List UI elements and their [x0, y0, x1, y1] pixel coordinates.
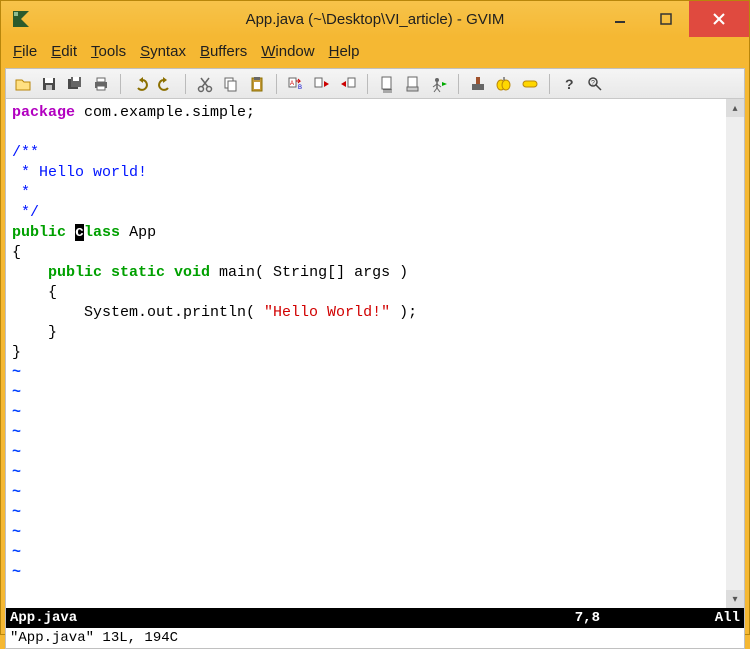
command-line[interactable]: "App.java" 13L, 194C — [6, 628, 744, 648]
cursor: c — [75, 224, 84, 241]
svg-text:B: B — [298, 85, 302, 91]
new-session-icon[interactable] — [376, 73, 398, 95]
code-comment: */ — [12, 204, 39, 221]
empty-line-marker: ~ — [12, 444, 21, 461]
tag-jump-icon[interactable] — [519, 73, 541, 95]
cut-icon[interactable] — [194, 73, 216, 95]
gvim-icon — [11, 9, 31, 29]
close-button[interactable] — [689, 1, 749, 37]
menu-tools[interactable]: Tools — [91, 43, 126, 60]
empty-line-marker: ~ — [12, 564, 21, 581]
empty-line-marker: ~ — [12, 504, 21, 521]
menu-edit[interactable]: Edit — [51, 43, 77, 60]
empty-line-marker: ~ — [12, 524, 21, 541]
code-text: App — [120, 224, 156, 241]
find-prev-icon[interactable] — [337, 73, 359, 95]
editor-area: package com.example.simple; /** * Hello … — [6, 99, 744, 608]
code-text: { — [12, 244, 21, 261]
code-comment: /** — [12, 144, 39, 161]
text-editor[interactable]: package com.example.simple; /** * Hello … — [6, 99, 726, 608]
help-icon[interactable]: ? — [558, 73, 580, 95]
status-bar: App.java 7,8 All — [6, 608, 744, 628]
find-replace-icon[interactable]: AB — [285, 73, 307, 95]
undo-icon[interactable] — [129, 73, 151, 95]
copy-icon[interactable] — [220, 73, 242, 95]
code-text: { — [12, 284, 57, 301]
window-buttons — [597, 1, 749, 37]
code-keyword: public — [12, 224, 66, 241]
run-macro-icon[interactable] — [428, 73, 450, 95]
print-icon[interactable] — [90, 73, 112, 95]
client-area: AB ? ? package com.example.simple; /** *… — [5, 68, 745, 649]
scroll-down-button[interactable]: ▾ — [726, 590, 744, 608]
svg-text:?: ? — [591, 80, 595, 87]
scroll-up-button[interactable]: ▴ — [726, 99, 744, 117]
save-all-icon[interactable] — [64, 73, 86, 95]
vertical-scrollbar[interactable]: ▴ ▾ — [726, 99, 744, 608]
svg-text:A: A — [290, 81, 294, 87]
find-help-icon[interactable]: ? — [584, 73, 606, 95]
code-text: } — [12, 324, 57, 341]
empty-line-marker: ~ — [12, 484, 21, 501]
script-icon[interactable] — [402, 73, 424, 95]
paste-icon[interactable] — [246, 73, 268, 95]
toolbar-separator — [276, 74, 277, 94]
menu-window[interactable]: Window — [261, 43, 314, 60]
empty-line-marker: ~ — [12, 364, 21, 381]
code-keyword: class — [75, 224, 120, 241]
empty-line-marker: ~ — [12, 464, 21, 481]
code-string: "Hello World!" — [264, 304, 390, 321]
open-icon[interactable] — [12, 73, 34, 95]
svg-text:?: ? — [565, 76, 574, 92]
toolbar-separator — [120, 74, 121, 94]
code-keyword: public static void — [48, 264, 210, 281]
save-icon[interactable] — [38, 73, 60, 95]
code-comment: * — [12, 184, 30, 201]
code-text: com.example.simple; — [75, 104, 255, 121]
minimize-button[interactable] — [597, 1, 643, 37]
code-text: } — [12, 344, 21, 361]
toolbar-separator — [185, 74, 186, 94]
menu-file[interactable]: File — [13, 43, 37, 60]
toolbar-separator — [549, 74, 550, 94]
tags-icon[interactable] — [493, 73, 515, 95]
titlebar: App.java (~\Desktop\VI_article) - GVIM — [1, 1, 749, 37]
empty-line-marker: ~ — [12, 424, 21, 441]
menu-buffers[interactable]: Buffers — [200, 43, 247, 60]
code-keyword: package — [12, 104, 75, 121]
empty-line-marker: ~ — [12, 404, 21, 421]
toolbar-separator — [367, 74, 368, 94]
toolbar: AB ? ? — [6, 69, 744, 99]
toolbar-separator — [458, 74, 459, 94]
menu-syntax[interactable]: Syntax — [140, 43, 186, 60]
status-position: 7,8 — [575, 610, 715, 626]
code-text: main( String[] args ) — [210, 264, 408, 281]
code-text: System.out.println( — [12, 304, 264, 321]
find-next-icon[interactable] — [311, 73, 333, 95]
menu-help[interactable]: Help — [329, 43, 360, 60]
empty-line-marker: ~ — [12, 544, 21, 561]
menubar: File Edit Tools Syntax Buffers Window He… — [1, 37, 749, 68]
status-percent: All — [715, 610, 740, 626]
empty-line-marker: ~ — [12, 384, 21, 401]
command-text: "App.java" 13L, 194C — [10, 630, 178, 646]
status-filename: App.java — [10, 610, 575, 626]
code-comment: * Hello world! — [12, 164, 147, 181]
maximize-button[interactable] — [643, 1, 689, 37]
code-text: ); — [390, 304, 417, 321]
redo-icon[interactable] — [155, 73, 177, 95]
make-icon[interactable] — [467, 73, 489, 95]
